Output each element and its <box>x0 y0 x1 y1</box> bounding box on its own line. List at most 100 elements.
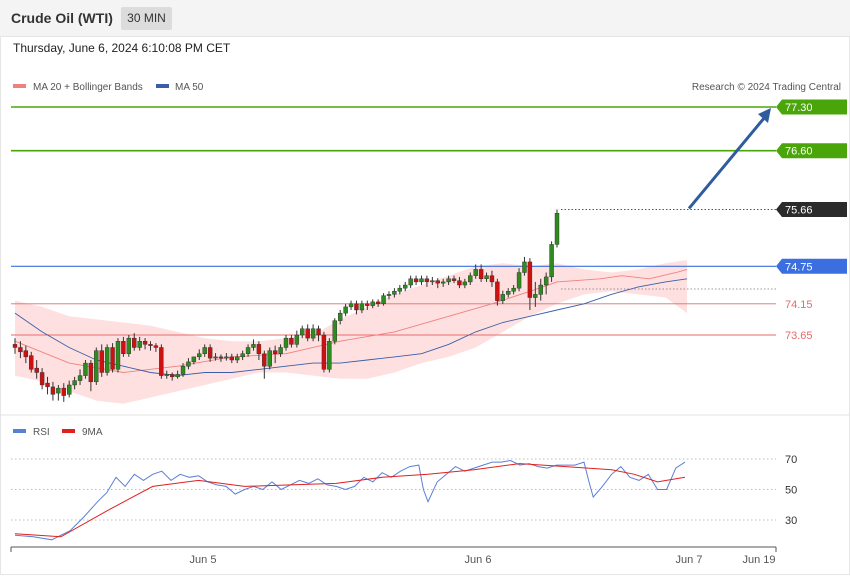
current-price-tag: 75.66 <box>776 201 847 217</box>
candle-body <box>343 306 348 314</box>
rsi-legend-label: RSI <box>33 427 50 438</box>
candle-body <box>132 337 137 348</box>
candle <box>413 275 419 286</box>
target-2-price-label: 77.30 <box>785 102 813 114</box>
candle-body <box>332 320 337 342</box>
candle-body <box>348 303 354 308</box>
candle-body <box>121 341 126 354</box>
candle-body <box>256 344 262 354</box>
candle <box>321 331 327 373</box>
candle-body <box>327 341 332 370</box>
candle-body <box>511 287 516 292</box>
candle-body <box>153 345 159 348</box>
candle-body <box>159 347 164 376</box>
candle-body <box>543 276 549 286</box>
candle-body <box>495 281 500 301</box>
current-price-label: 75.66 <box>785 204 813 216</box>
rsi-tick-label: 30 <box>785 515 797 527</box>
candle-body <box>186 361 191 367</box>
ma20-legend-label: MA 20 + Bollinger Bands <box>33 82 143 93</box>
candle <box>267 347 272 370</box>
candle-body <box>500 294 505 301</box>
rsi-ma-legend-swatch <box>62 429 75 433</box>
candle-body <box>262 353 267 367</box>
candle <box>126 335 132 357</box>
candle-body <box>88 362 94 383</box>
candle <box>115 338 121 373</box>
candle-body <box>473 269 478 276</box>
pivot-price-label: 74.75 <box>785 261 813 273</box>
candle-body <box>300 328 305 336</box>
candle-body <box>169 374 175 378</box>
candle-body <box>142 341 148 345</box>
rsi-tick-label: 50 <box>785 485 797 497</box>
candle-body <box>386 294 392 296</box>
candle <box>403 281 408 292</box>
candle-body <box>484 275 489 279</box>
candle-body <box>77 375 83 381</box>
candle <box>381 293 386 306</box>
candle-body <box>104 347 110 373</box>
candle-body <box>180 366 186 375</box>
candle-body <box>549 244 554 278</box>
candle <box>327 338 332 373</box>
candle-body <box>137 341 142 348</box>
candle-body <box>533 294 538 298</box>
candle-body <box>278 347 283 354</box>
candle-body <box>451 278 457 281</box>
candle-body <box>446 278 451 283</box>
target-1-price-tag: 76.60 <box>776 143 847 159</box>
candle-body <box>506 291 511 295</box>
candle-body <box>538 284 543 295</box>
candle <box>94 347 99 385</box>
candle-body <box>99 350 104 373</box>
candle-body <box>435 280 440 284</box>
candle-body <box>527 261 533 298</box>
candle-body <box>489 275 495 283</box>
rsi-line <box>14 459 686 541</box>
candle-body <box>283 337 289 348</box>
candle <box>419 275 424 286</box>
candle-body <box>126 337 132 354</box>
ma50-legend-swatch <box>156 84 169 88</box>
candle-body <box>316 328 321 336</box>
candle-body <box>403 284 408 289</box>
candle-body <box>365 303 370 306</box>
candle <box>408 275 413 289</box>
candle-body <box>39 372 45 386</box>
candle-body <box>267 350 272 367</box>
support-1-price-label: 74.15 <box>785 299 813 311</box>
rsi-ma-line <box>14 463 686 538</box>
candle-body <box>164 374 169 376</box>
candle-body <box>413 278 419 283</box>
x-tick-label: Jun 6 <box>465 554 492 566</box>
candle-body <box>522 261 527 273</box>
candle-body <box>375 301 381 304</box>
forecast-arrow-shaft <box>687 116 767 210</box>
rsi-ma-legend-label: 9MA <box>82 427 103 438</box>
support-2-price-tag: 73.65 <box>785 330 813 342</box>
candle <box>554 209 560 248</box>
candle-body <box>419 278 424 283</box>
candle-body <box>61 387 66 396</box>
candle-body <box>397 287 403 292</box>
candle-body <box>50 386 56 395</box>
candle-body <box>440 281 446 284</box>
x-tick-label: Jun 19 <box>742 554 775 566</box>
candle-body <box>408 278 413 286</box>
candle-body <box>202 347 207 354</box>
candle-body <box>240 353 245 358</box>
rsi-tick-label: 70 <box>785 454 797 466</box>
candle-body <box>191 356 197 363</box>
candle-body <box>554 212 560 245</box>
candle-body <box>72 380 77 386</box>
candle-body <box>34 367 39 373</box>
candle <box>348 300 354 311</box>
candle <box>110 343 115 373</box>
candle-body <box>424 278 430 283</box>
candle-body <box>207 347 213 359</box>
target-2-price-tag: 77.30 <box>776 99 847 115</box>
x-tick-label: Jun 5 <box>190 554 217 566</box>
candle-body <box>12 344 18 348</box>
x-tick-label: Jun 7 <box>676 554 703 566</box>
